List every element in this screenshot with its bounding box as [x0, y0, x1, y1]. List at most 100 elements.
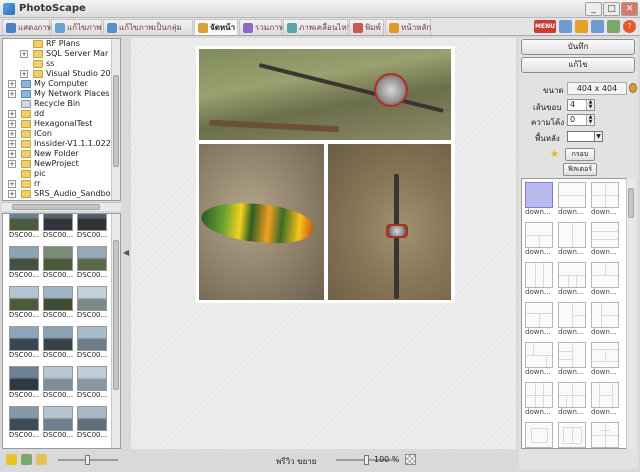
- folder-tree-hscrollbar-thumb[interactable]: [12, 204, 100, 210]
- coin-icon[interactable]: [629, 83, 637, 93]
- frame-star-icon[interactable]: ★: [550, 150, 559, 160]
- tree-row[interactable]: pic: [3, 169, 120, 179]
- thumbnail-size-knob[interactable]: [85, 455, 90, 465]
- compare-icon[interactable]: [559, 20, 572, 33]
- layout-template[interactable]: down...: [591, 382, 621, 417]
- layout-template[interactable]: layer_...: [591, 422, 621, 448]
- filter-button[interactable]: ฟิลเตอร์: [563, 163, 597, 176]
- layout-template[interactable]: down...: [558, 382, 588, 417]
- layout-template[interactable]: down...: [558, 342, 588, 377]
- tree-row[interactable]: + Inssider-V1.1.1.022: [3, 139, 120, 149]
- collapse-arrow-icon[interactable]: ◀: [123, 248, 129, 258]
- layout-template[interactable]: down...: [591, 302, 621, 337]
- folder-tree-scrollbar[interactable]: [111, 39, 120, 200]
- zoom-slider-knob[interactable]: [364, 455, 369, 465]
- expand-toggle-icon[interactable]: +: [8, 130, 16, 138]
- layout-template[interactable]: down...: [558, 302, 588, 337]
- thumbnail-scrollbar[interactable]: [111, 214, 120, 448]
- tab-3[interactable]: จัดหน้า: [194, 19, 238, 35]
- photo-thumbnail[interactable]: DSC00...: [43, 366, 75, 400]
- expand-toggle-icon[interactable]: +: [8, 120, 16, 128]
- photo-thumbnail[interactable]: DSC00...: [9, 406, 41, 440]
- layout-template[interactable]: down...: [525, 382, 555, 417]
- tree-row[interactable]: + HexagonalTest: [3, 119, 120, 129]
- tab-4[interactable]: รวมภาพ: [239, 19, 284, 35]
- tab-7[interactable]: หน้าหลัก: [385, 19, 431, 35]
- photo-thumbnail[interactable]: DSC00...: [43, 214, 75, 240]
- expand-toggle-icon[interactable]: +: [8, 190, 16, 198]
- thumbnail-scrollbar-thumb[interactable]: [113, 240, 119, 390]
- close-button[interactable]: ✕: [621, 2, 638, 16]
- corner-spinner[interactable]: 0 ▲ ▼: [567, 114, 595, 126]
- tab-6[interactable]: พิมพ์: [349, 19, 384, 35]
- layout-template[interactable]: down...: [591, 222, 621, 257]
- expand-toggle-icon[interactable]: +: [8, 150, 16, 158]
- layout-template[interactable]: down...: [525, 262, 555, 297]
- layout-template[interactable]: down...: [591, 342, 621, 377]
- expand-toggle-icon[interactable]: +: [8, 180, 16, 188]
- layout-template[interactable]: down...: [558, 262, 588, 297]
- tree-row[interactable]: + New Folder: [3, 149, 120, 159]
- tree-row[interactable]: + My Computer: [3, 79, 120, 89]
- photo-thumbnail[interactable]: DSC00...: [9, 214, 41, 240]
- photo-thumbnail[interactable]: DSC00...: [43, 286, 75, 320]
- tree-row[interactable]: Recycle Bin: [3, 99, 120, 109]
- tree-row[interactable]: + test: [3, 199, 120, 201]
- maximize-button[interactable]: □: [603, 2, 620, 16]
- photo-thumbnail[interactable]: DSC00...: [9, 246, 41, 280]
- collage-photo-rod-ground[interactable]: [328, 144, 451, 300]
- folder-tree-hscrollbar[interactable]: [2, 202, 121, 211]
- layout-template[interactable]: layer_...: [525, 422, 555, 448]
- chevron-down-icon[interactable]: ▼: [594, 131, 603, 142]
- open-folder-icon[interactable]: [36, 454, 47, 465]
- photo-thumbnail[interactable]: DSC00...: [77, 214, 109, 240]
- layout-template[interactable]: down...: [525, 182, 555, 217]
- photo-thumbnail[interactable]: DSC00...: [77, 326, 109, 360]
- transparency-grid-icon[interactable]: [405, 454, 416, 465]
- layout-template[interactable]: down...: [558, 222, 588, 257]
- expand-toggle-icon[interactable]: +: [8, 90, 16, 98]
- spin-arrows-icon[interactable]: ▲ ▼: [586, 100, 594, 110]
- expand-toggle-icon[interactable]: +: [8, 160, 16, 168]
- layout-template[interactable]: down...: [591, 182, 621, 217]
- expand-toggle-icon[interactable]: +: [8, 80, 16, 88]
- tab-5[interactable]: ภาพเคลื่อนไหว: [283, 19, 351, 35]
- folder-tree-scrollbar-thumb[interactable]: [113, 75, 119, 167]
- minimize-button[interactable]: _: [585, 2, 602, 16]
- spin-arrows-icon[interactable]: ▲ ▼: [586, 115, 594, 125]
- tab-1[interactable]: แก้ไขภาพ: [51, 19, 102, 35]
- tree-row[interactable]: + My Network Places: [3, 89, 120, 99]
- grid-icon[interactable]: [607, 20, 620, 33]
- tree-row[interactable]: + ICon: [3, 129, 120, 139]
- edit-button[interactable]: แก้ไข: [521, 57, 635, 73]
- layout-template[interactable]: down...: [525, 222, 555, 257]
- tab-0[interactable]: แสดงภาพ: [2, 19, 52, 35]
- tree-row[interactable]: + dd: [3, 109, 120, 119]
- window-icon[interactable]: [591, 20, 604, 33]
- refresh-icon[interactable]: [21, 454, 32, 465]
- layout-scrollbar-thumb[interactable]: [628, 188, 634, 218]
- tab-2[interactable]: แก้ไขภาพเป็นกลุ่ม: [103, 19, 193, 35]
- layout-icon[interactable]: [575, 20, 588, 33]
- expand-toggle-icon[interactable]: +: [20, 70, 28, 78]
- layout-template[interactable]: down...: [525, 302, 555, 337]
- layout-template[interactable]: down...: [525, 342, 555, 377]
- expand-toggle-icon[interactable]: +: [20, 50, 28, 58]
- tree-row[interactable]: ss: [3, 59, 120, 69]
- photo-thumbnail[interactable]: DSC00...: [77, 406, 109, 440]
- frame-button[interactable]: กรอบ: [565, 148, 595, 161]
- photo-thumbnail[interactable]: DSC00...: [77, 286, 109, 320]
- tree-row[interactable]: + rr: [3, 179, 120, 189]
- tree-row[interactable]: RF Plans: [3, 39, 120, 49]
- layout-template[interactable]: down...: [591, 262, 621, 297]
- photo-thumbnail[interactable]: DSC00...: [9, 326, 41, 360]
- expand-toggle-icon[interactable]: +: [8, 200, 16, 201]
- expand-toggle-icon[interactable]: +: [8, 110, 16, 118]
- photo-thumbnail[interactable]: DSC00...: [9, 286, 41, 320]
- tree-row[interactable]: + SQL Server Mar: [3, 49, 120, 59]
- photo-thumbnail[interactable]: DSC00...: [77, 366, 109, 400]
- help-icon[interactable]: ?: [623, 20, 636, 33]
- layout-template[interactable]: layer_...: [558, 422, 588, 448]
- collage-photo-rod-reel[interactable]: [199, 49, 451, 140]
- layout-scrollbar[interactable]: [626, 178, 635, 449]
